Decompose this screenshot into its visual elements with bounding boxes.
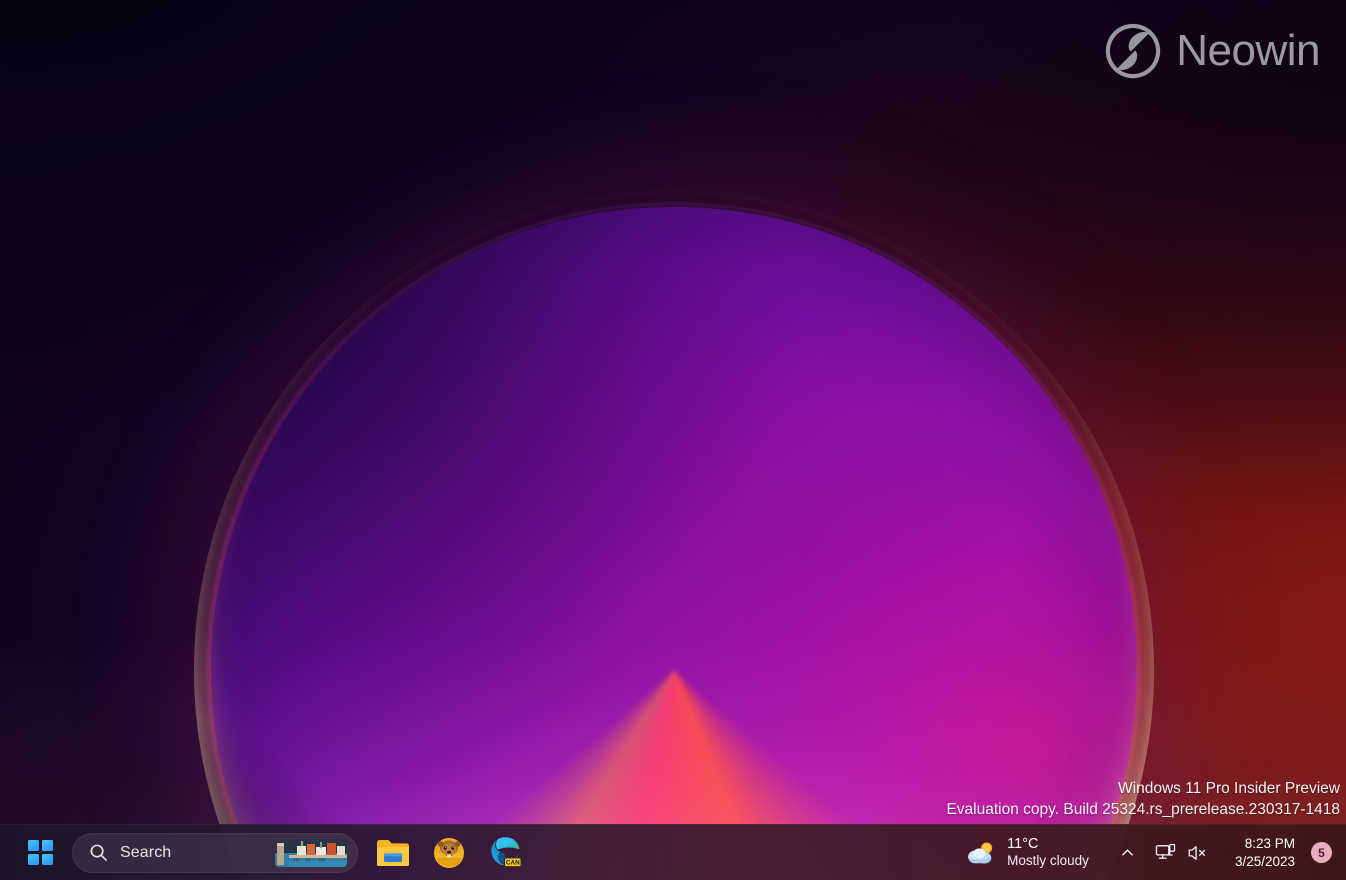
weather-widget[interactable]: 11°C Mostly cloudy — [958, 830, 1099, 875]
desktop[interactable]: Neowin Windows 11 Pro Insider Preview Ev… — [0, 0, 1346, 880]
dev-home-beaver-icon — [434, 837, 464, 868]
search-icon — [89, 843, 108, 862]
microsoft-edge-canary-icon: CAN — [490, 837, 522, 868]
search-placeholder: Search — [120, 843, 172, 861]
taskbar-app-dev-home[interactable] — [428, 832, 470, 874]
watermark-line-1: Windows 11 Pro Insider Preview — [1118, 780, 1340, 797]
file-explorer-icon — [377, 839, 409, 866]
neowin-wordmark: Neowin — [1176, 26, 1320, 75]
bing-daily-image-thumbnail[interactable] — [275, 838, 347, 867]
taskbar-right-group: 11°C Mostly cloudy 8:23 PM 3/25/2023 5 — [958, 830, 1346, 875]
show-hidden-icons-button[interactable] — [1113, 834, 1143, 872]
sun-behind-cloud-icon — [968, 841, 993, 863]
network-monitor-icon — [1156, 843, 1176, 859]
weather-condition: Mostly cloudy — [1007, 853, 1089, 869]
taskbar[interactable]: Search CAN 11°C Mostly cloudy 8:23 PM 3/… — [0, 824, 1346, 880]
taskbar-left-group: Search CAN — [0, 832, 526, 874]
watermark-line-2: Evaluation copy. Build 25324.rs_prerelea… — [946, 801, 1340, 818]
system-tray-quick-settings[interactable] — [1143, 834, 1221, 872]
taskbar-app-edge-canary[interactable]: CAN — [484, 832, 526, 874]
svg-text:CAN: CAN — [505, 859, 519, 866]
volume-muted-icon — [1189, 845, 1206, 860]
volume-muted-button[interactable] — [1183, 834, 1213, 872]
neowin-circle-icon — [1106, 23, 1161, 79]
chevron-up-icon — [1122, 849, 1134, 856]
taskbar-app-file-explorer[interactable] — [372, 832, 414, 874]
network-monitor-button[interactable] — [1151, 834, 1181, 872]
start-button[interactable] — [18, 833, 62, 873]
notification-badge[interactable]: 5 — [1311, 842, 1332, 863]
search-input[interactable]: Search — [72, 832, 358, 873]
clock-button[interactable]: 8:23 PM 3/25/2023 — [1225, 832, 1303, 874]
weather-text: 11°C Mostly cloudy — [1007, 835, 1089, 870]
windows-logo-icon — [27, 840, 53, 865]
weather-temperature: 11°C — [1007, 836, 1039, 852]
neowin-watermark: Neowin — [1104, 22, 1320, 80]
clock-time: 8:23 PM — [1244, 835, 1295, 851]
clock-date: 3/25/2023 — [1234, 853, 1295, 869]
windows-evaluation-watermark: Windows 11 Pro Insider Preview Evaluatio… — [946, 778, 1340, 820]
